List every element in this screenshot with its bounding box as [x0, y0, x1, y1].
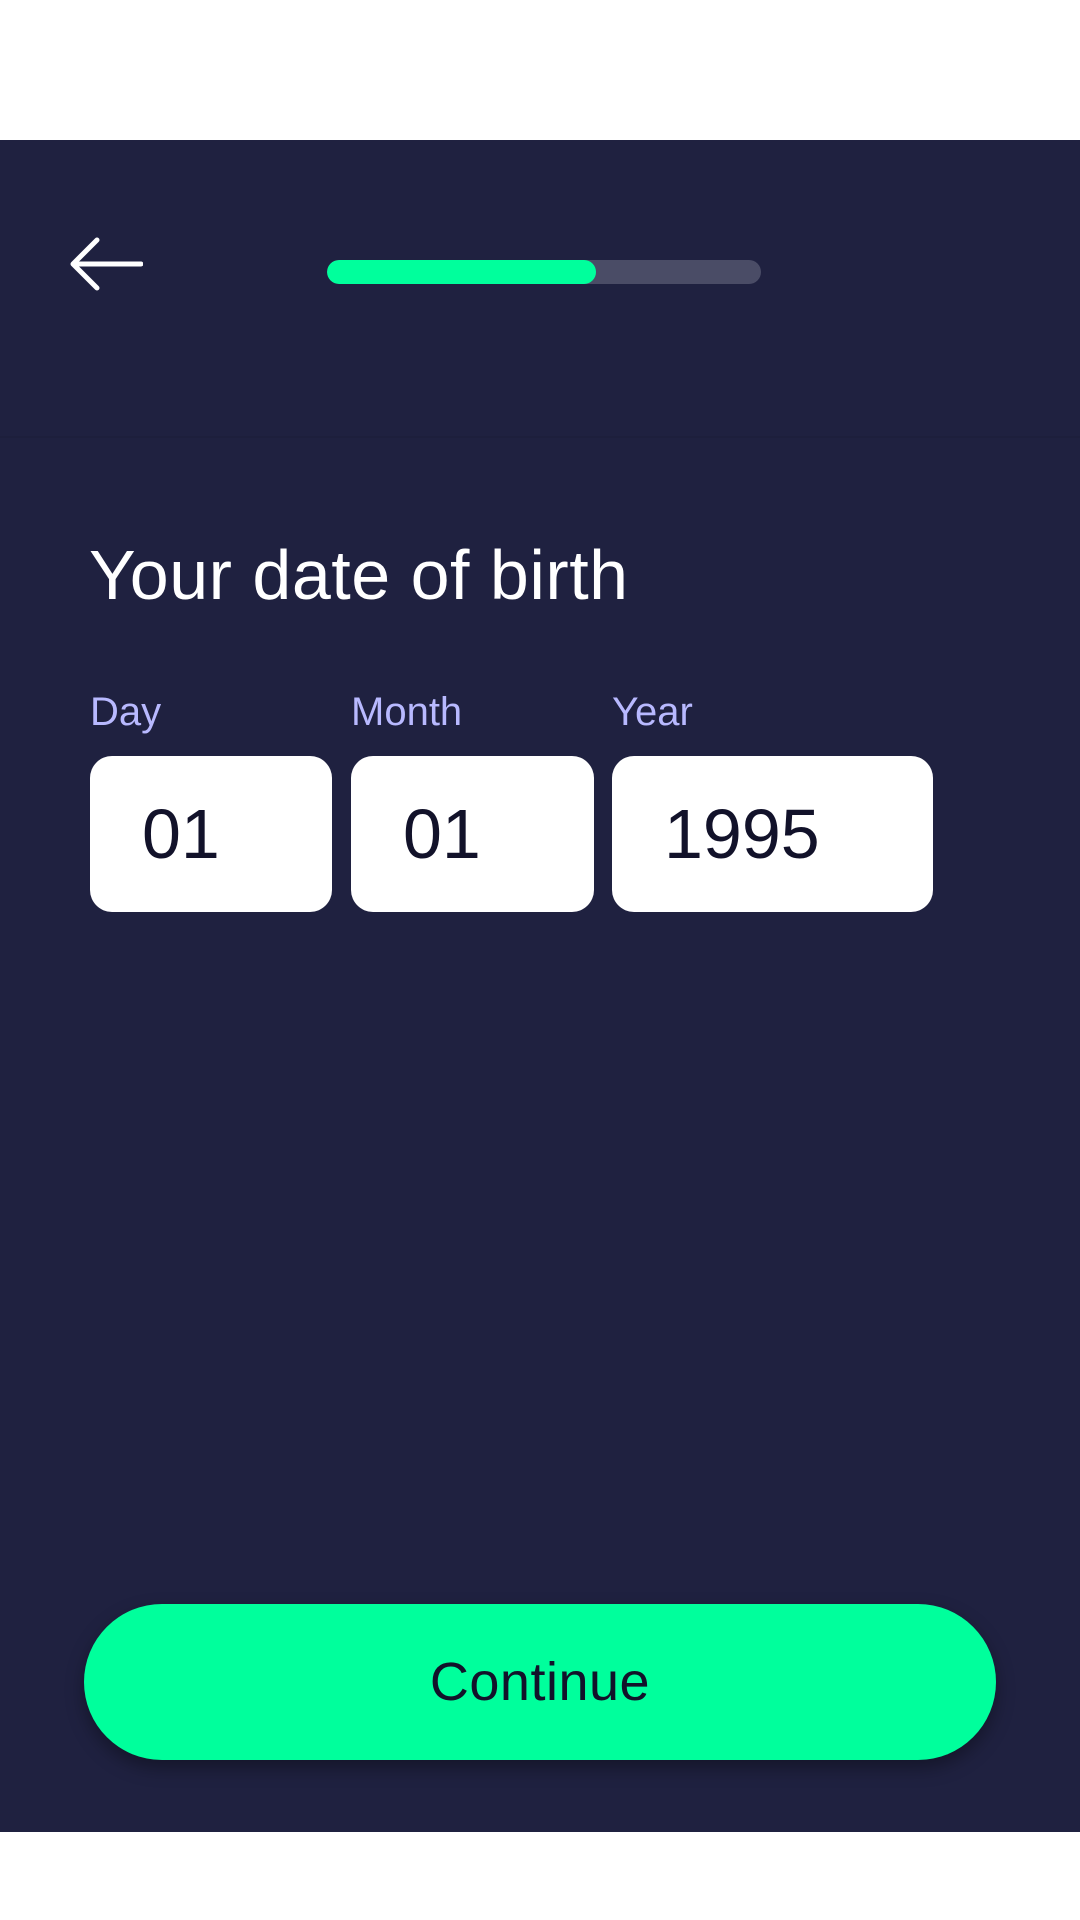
- year-input[interactable]: [612, 756, 933, 912]
- progress-bar-fill: [327, 260, 597, 284]
- year-label: Year: [612, 690, 693, 734]
- arrow-left-icon: [67, 236, 144, 297]
- screen: Your date of birth Day Month Year Contin…: [0, 0, 1080, 1920]
- header: [0, 140, 1080, 436]
- page-title: Your date of birth: [89, 536, 629, 614]
- app-container: Your date of birth Day Month Year Contin…: [0, 140, 1080, 1832]
- month-label: Month: [351, 690, 463, 734]
- back-button[interactable]: [60, 230, 150, 302]
- month-input[interactable]: [351, 756, 594, 912]
- day-input[interactable]: [90, 756, 332, 912]
- continue-button[interactable]: Continue: [84, 1604, 996, 1760]
- progress-bar: [327, 260, 761, 284]
- day-label: Day: [90, 690, 162, 734]
